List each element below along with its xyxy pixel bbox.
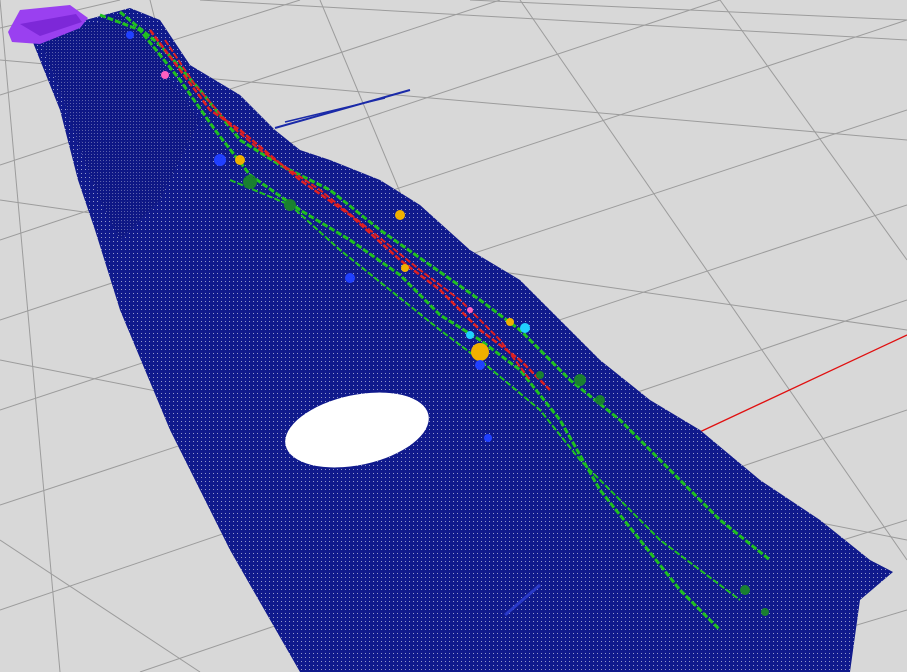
detected-object-marker[interactable] [595,395,605,405]
detected-object-marker[interactable] [740,585,750,595]
detected-object-marker[interactable] [284,199,296,211]
detected-object-marker[interactable] [243,175,257,189]
detected-object-marker[interactable] [466,331,474,339]
detected-object-marker[interactable] [506,318,514,326]
detected-object-marker[interactable] [345,273,355,283]
detected-object-marker[interactable] [761,608,769,616]
detected-object-marker[interactable] [574,374,586,386]
detected-object-marker[interactable] [520,323,530,333]
detected-object-marker[interactable] [235,155,245,165]
detected-object-marker[interactable] [484,434,492,442]
detected-object-marker[interactable] [467,307,473,313]
detected-object-marker[interactable] [475,360,485,370]
detected-object-marker[interactable] [395,210,405,220]
detected-object-marker[interactable] [471,343,489,361]
3d-point-cloud-viewport[interactable] [0,0,907,672]
detected-object-marker[interactable] [214,154,226,166]
detected-object-marker[interactable] [536,371,544,379]
detected-object-marker[interactable] [126,31,134,39]
detected-object-marker[interactable] [161,71,169,79]
point-cloud-scene[interactable] [0,0,907,672]
detected-object-marker[interactable] [401,264,409,272]
